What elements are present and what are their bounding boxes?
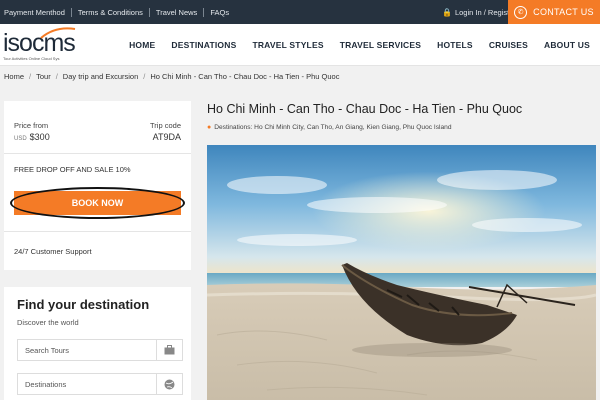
login-register-link[interactable]: 🔒 Login In / Register [442,0,516,24]
breadcrumb-category[interactable]: Day trip and Excursion [63,72,138,81]
destinations-text: Destinations: Ho Chi Minh City, Can Tho,… [214,124,452,131]
breadcrumb-tour[interactable]: Tour [36,72,51,81]
currency-label: USD [14,136,27,142]
logo-swoosh-icon [40,27,76,39]
top-link-payment[interactable]: Payment Menthod [4,8,65,17]
top-bar: Payment Menthod Terms & Conditions Trave… [0,0,600,24]
finder-subtitle: Discover the world [17,318,79,327]
destinations-select[interactable]: Destinations [17,373,183,395]
breadcrumb-separator: / [55,71,58,81]
booking-card: Price from USD $300 Trip code AT9DA FREE … [4,101,191,270]
site-header: isocms Tour Activities Online Cloud Sys … [0,24,600,66]
main-nav: HOME DESTINATIONS TRAVEL STYLES TRAVEL S… [129,24,590,66]
lock-icon: 🔒 [442,7,452,17]
nav-destinations[interactable]: DESTINATIONS [171,40,236,50]
top-link-news[interactable]: Travel News [156,8,197,17]
trip-code-label: Trip code [150,121,181,130]
top-link-terms[interactable]: Terms & Conditions [78,8,143,17]
nav-about-us[interactable]: ABOUT US [544,40,590,50]
nav-cruises[interactable]: CRUISES [489,40,528,50]
nav-hotels[interactable]: HOTELS [437,40,473,50]
breadcrumb: Home / Tour / Day trip and Excursion / H… [4,66,339,86]
briefcase-icon [156,340,182,360]
site-logo[interactable]: isocms Tour Activities Online Cloud Sys [3,27,83,62]
divider [203,7,205,17]
trip-code-value: AT9DA [152,132,181,142]
destination-finder: Find your destination Discover the world… [4,287,191,400]
divider [70,7,72,17]
nav-travel-services[interactable]: TRAVEL SERVICES [340,40,421,50]
nav-travel-styles[interactable]: TRAVEL STYLES [252,40,323,50]
nav-home[interactable]: HOME [129,40,155,50]
price-label: Price from [14,121,49,130]
contact-label: CONTACT US [533,7,594,17]
breadcrumb-separator: / [143,71,146,81]
globe-icon [156,374,182,394]
highlight-ring [10,187,185,219]
divider [4,153,191,154]
search-placeholder: Search Tours [25,345,70,355]
beach-boat-image [207,145,596,400]
search-tours-input[interactable]: Search Tours [17,339,183,361]
finder-title: Find your destination [17,297,150,312]
promo-text: FREE DROP OFF AND SALE 10% [14,165,131,174]
price-amount: $300 [29,132,50,142]
destinations-label: Destinations [25,379,67,389]
breadcrumb-separator: / [29,71,32,81]
contact-us-button[interactable]: ✆ CONTACT US [508,0,600,24]
divider [148,7,150,17]
support-text: 24/7 Customer Support [14,247,92,256]
breadcrumb-home[interactable]: Home [4,72,24,81]
tour-title: Ho Chi Minh - Can Tho - Chau Doc - Ha Ti… [207,102,523,116]
divider [4,231,191,232]
top-link-faqs[interactable]: FAQs [210,8,229,17]
price-value: USD $300 [14,132,50,142]
tour-destinations: ● Destinations: Ho Chi Minh City, Can Th… [207,124,452,131]
phone-icon: ✆ [514,5,528,19]
tour-photo [207,145,596,400]
breadcrumb-current: Ho Chi Minh - Can Tho - Chau Doc - Ha Ti… [150,71,340,81]
top-links: Payment Menthod Terms & Conditions Trave… [4,0,229,24]
login-label: Login In / Register [454,7,516,17]
map-pin-icon: ● [207,124,212,131]
